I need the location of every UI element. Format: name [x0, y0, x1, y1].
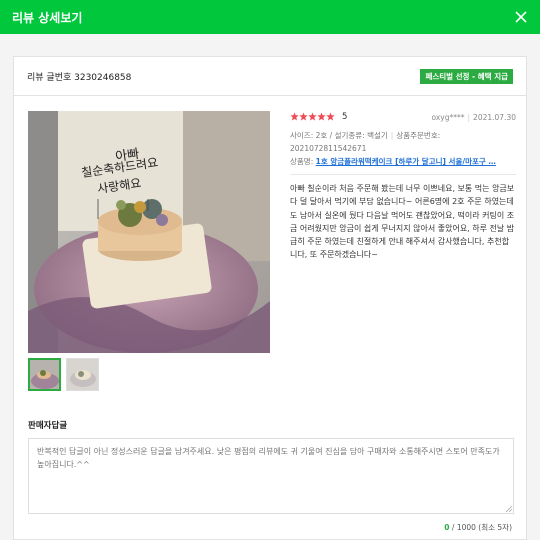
divider — [290, 174, 516, 175]
order-number-label: 상품주문번호: — [396, 131, 441, 140]
product-label: 상품명: — [290, 157, 314, 166]
cake-photo-illustration: 아빠 칠순축하드려요 사랑해요 — [28, 111, 270, 353]
review-number-box: 리뷰 글번호 3230246858 페스티벌 선정 - 혜택 지급 — [13, 56, 527, 96]
review-detail-box: 아빠 칠순축하드려요 사랑해요 5 oxyg**** | 2021.07.30 … — [13, 96, 527, 540]
resize-grip-icon[interactable] — [505, 505, 513, 513]
writer-id: oxyg**** — [431, 113, 465, 122]
review-main-photo[interactable]: 아빠 칠순축하드려요 사랑해요 — [28, 111, 270, 353]
modal-body: 리뷰 글번호 3230246858 페스티벌 선정 - 혜택 지급 아빠 칠순축… — [0, 34, 540, 540]
modal-header: 리뷰 상세보기 — [0, 0, 540, 34]
option-info: 사이즈: 2호 / 설기종류: 백설기 — [290, 131, 388, 140]
review-photo-thumbnail-1[interactable] — [28, 358, 61, 391]
product-name-link[interactable]: 1호 앙금플라워떡케이크 [하루가 달고니] 서울/마포구 … — [316, 157, 496, 166]
festival-badge: 페스티벌 선정 - 혜택 지급 — [420, 69, 513, 84]
review-number: 리뷰 글번호 3230246858 — [27, 73, 132, 83]
review-content: 아빠 칠순이라 처음 주문해 봤는데 너무 이쁘네요, 보통 먹는 앙금보다 덜… — [290, 184, 515, 260]
review-photo-thumbnail-2[interactable] — [66, 358, 99, 391]
modal-title: 리뷰 상세보기 — [12, 11, 83, 25]
order-meta: 사이즈: 2호 / 설기종류: 백설기 | 상품주문번호: 202107281154… — [290, 131, 496, 166]
order-number: 2021072811542671 — [290, 144, 367, 153]
thumbnail-2-image — [67, 359, 98, 390]
writer-info: oxyg**** | 2021.07.30 — [431, 113, 516, 122]
rating-row: 5 oxyg**** | 2021.07.30 — [290, 111, 516, 125]
star-icon — [317, 112, 326, 121]
star-icon — [308, 112, 317, 121]
star-icon — [290, 112, 299, 121]
close-icon[interactable] — [510, 6, 532, 28]
review-date: 2021.07.30 — [473, 113, 516, 122]
thumbnail-1-image — [30, 360, 59, 389]
review-info: 5 oxyg**** | 2021.07.30 사이즈: 2호 / 설기종류: 백설… — [290, 111, 516, 262]
reply-char-count: 0 — [444, 523, 450, 532]
seller-reply-input[interactable] — [28, 438, 514, 514]
reply-char-limit: / 1000 (최소 5자) — [451, 523, 512, 532]
star-rating — [290, 112, 335, 121]
reply-char-counter: 0 / 1000 (최소 5자) — [444, 522, 512, 533]
star-icon — [326, 112, 335, 121]
rating-score: 5 — [342, 112, 348, 122]
star-icon — [299, 112, 308, 121]
seller-reply-label: 판매자답글 — [28, 421, 68, 431]
